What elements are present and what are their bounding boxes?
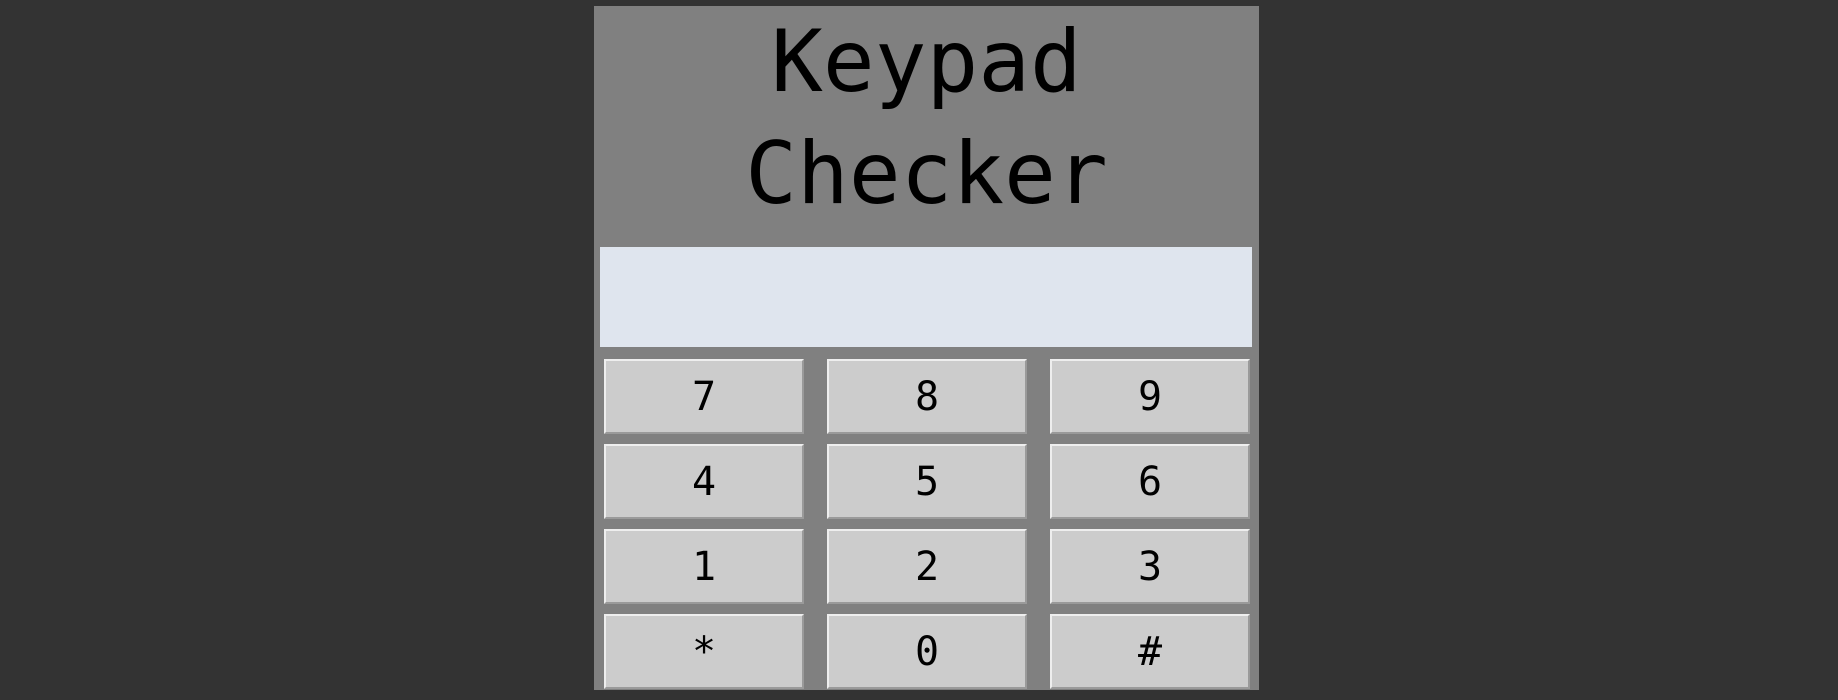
title-line-2: Checker <box>745 124 1108 224</box>
page-title: Keypad Checker <box>594 6 1259 240</box>
key-9-button[interactable]: 9 <box>1050 359 1250 434</box>
key-8-button[interactable]: 8 <box>827 359 1027 434</box>
key-star-button[interactable]: * <box>604 614 804 689</box>
key-0-button[interactable]: 0 <box>827 614 1027 689</box>
key-4-button[interactable]: 4 <box>604 444 804 519</box>
title-line-1: Keypad <box>771 12 1082 112</box>
keypad-display-field[interactable] <box>600 247 1252 347</box>
key-1-button[interactable]: 1 <box>604 529 804 604</box>
key-hash-button[interactable]: # <box>1050 614 1250 689</box>
key-5-button[interactable]: 5 <box>827 444 1027 519</box>
key-3-button[interactable]: 3 <box>1050 529 1250 604</box>
keypad-checker-window: Keypad Checker 7 8 9 4 5 6 1 2 3 * 0 # <box>594 6 1259 690</box>
key-2-button[interactable]: 2 <box>827 529 1027 604</box>
keypad-grid: 7 8 9 4 5 6 1 2 3 * 0 # <box>604 359 1250 689</box>
key-6-button[interactable]: 6 <box>1050 444 1250 519</box>
key-7-button[interactable]: 7 <box>604 359 804 434</box>
